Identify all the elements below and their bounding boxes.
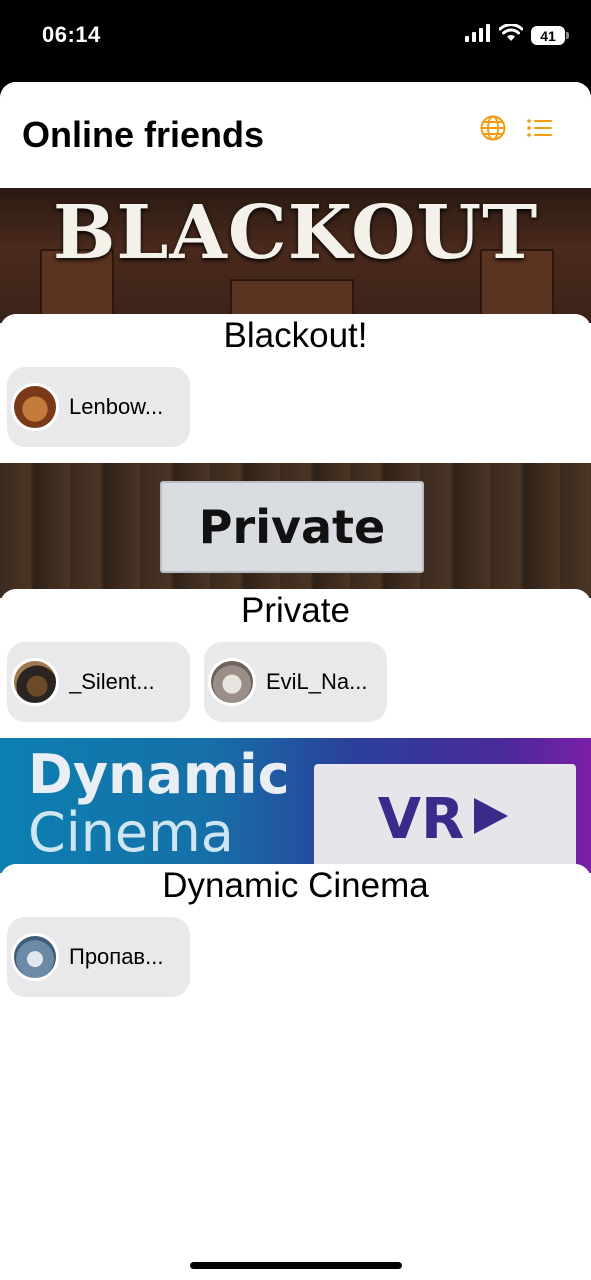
- list-icon[interactable]: [525, 114, 555, 144]
- world-section-blackout: BLACKOUT Blackout! Lenbow...: [0, 188, 591, 463]
- friend-chip[interactable]: Lenbow...: [7, 367, 190, 447]
- friend-list: Lenbow...: [7, 367, 190, 447]
- friend-name: Lenbow...: [69, 394, 164, 419]
- world-banner-dynamic-cinema[interactable]: Dynamic Cinema VR: [0, 738, 591, 873]
- friend-chip[interactable]: EviL_Na...: [204, 642, 387, 722]
- globe-icon[interactable]: [479, 114, 509, 144]
- world-card: Blackout! Lenbow...: [0, 314, 591, 463]
- world-name: Blackout!: [223, 316, 368, 355]
- banner-title: BLACKOUT: [52, 190, 539, 276]
- world-name: Dynamic Cinema: [162, 866, 429, 905]
- world-name: Private: [241, 591, 350, 630]
- friend-name: EviL_Na...: [266, 669, 368, 694]
- friend-name: _Silent...: [69, 669, 155, 694]
- banner-title: Private: [160, 481, 424, 573]
- friends-sheet: Online friends BLACKOUT Blackout! Lenbow…: [0, 82, 591, 1280]
- world-banner-private[interactable]: Private: [0, 463, 591, 598]
- banner-title-line2: Cinema: [28, 801, 234, 864]
- wifi-icon: [498, 23, 524, 47]
- status-bar: 06:14 41: [0, 0, 591, 82]
- cellular-signal-icon: [465, 24, 491, 47]
- status-time: 06:14: [42, 22, 101, 47]
- banner-title: Dynamic Cinema: [28, 746, 290, 862]
- friend-name: Пропав...: [69, 944, 164, 969]
- vr-badge-label: VR: [377, 786, 465, 852]
- world-section-private: Private Private _Silent... EviL_Na...: [0, 463, 591, 738]
- friend-chip[interactable]: Пропав...: [7, 917, 190, 997]
- page-title: Online friends: [22, 114, 265, 155]
- banner-title-line1: Dynamic: [28, 743, 290, 806]
- friend-list: Пропав...: [7, 917, 190, 997]
- avatar: [11, 933, 59, 981]
- world-card: Private _Silent... EviL_Na...: [0, 589, 591, 738]
- vr-badge: VR: [314, 764, 576, 873]
- home-indicator[interactable]: [190, 1262, 402, 1269]
- friend-chip[interactable]: _Silent...: [7, 642, 190, 722]
- header: Online friends: [0, 82, 591, 188]
- friend-list: _Silent... EviL_Na...: [7, 642, 387, 722]
- battery-icon: 41: [531, 26, 569, 45]
- play-icon: [468, 787, 512, 852]
- world-section-dynamic-cinema: Dynamic Cinema VR Dynamic Cinema Пропав.…: [0, 738, 591, 1013]
- avatar: [11, 383, 59, 431]
- world-banner-blackout[interactable]: BLACKOUT: [0, 188, 591, 323]
- avatar: [208, 658, 256, 706]
- status-icons: 41: [465, 23, 569, 47]
- world-card: Dynamic Cinema Пропав...: [0, 864, 591, 1013]
- avatar: [11, 658, 59, 706]
